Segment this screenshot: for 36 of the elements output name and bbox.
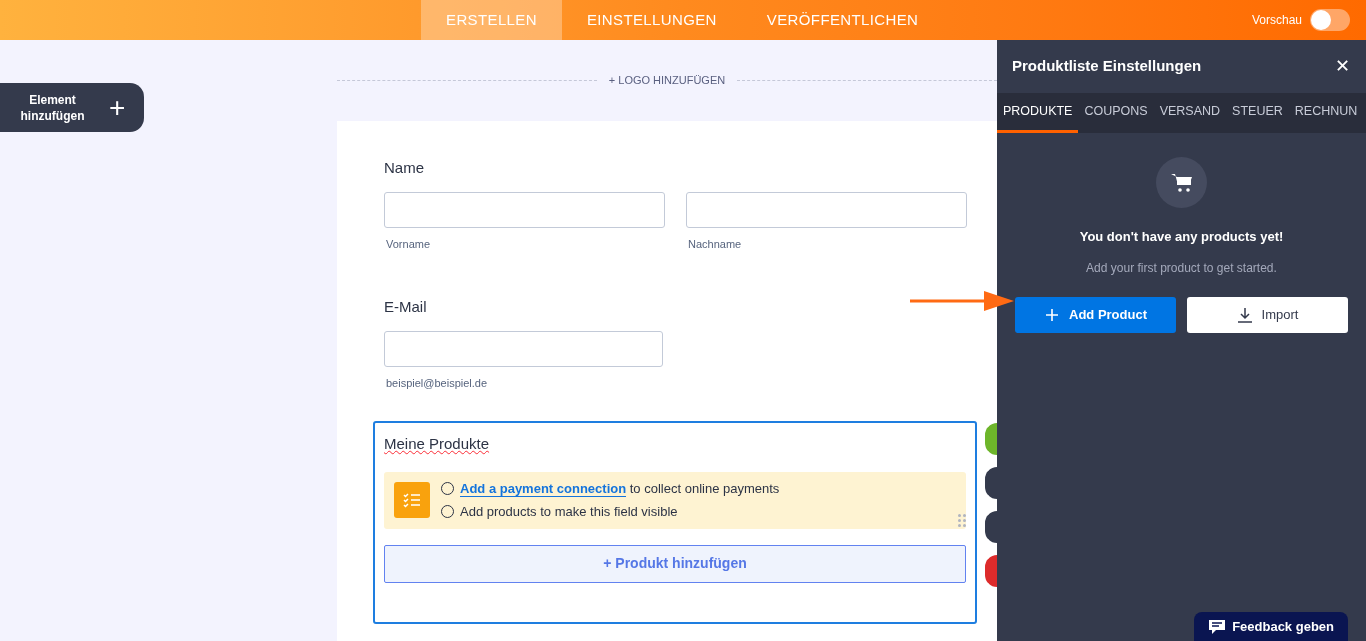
add-product-button[interactable]: Add Product <box>1015 296 1176 333</box>
checklist-text: Add products to make this field visible <box>460 503 678 521</box>
add-product-button[interactable]: + Produkt hinzufügen <box>384 544 966 583</box>
product-field-label: Meine Produkte <box>384 434 490 454</box>
field-label: Name <box>384 158 425 178</box>
panel-title: Produktliste Einstellungen <box>1012 56 1202 77</box>
download-icon <box>1236 306 1253 323</box>
panel-tab[interactable]: VERSAND <box>1153 93 1227 133</box>
payment-link[interactable]: Add a payment connection <box>460 480 627 497</box>
field-sublabel: beispiel@beispiel.de <box>386 375 489 391</box>
panel-tab[interactable]: STEUER <box>1226 93 1289 133</box>
field-sublabel: Vorname <box>386 236 432 252</box>
field-sublabel: Nachname <box>688 236 743 252</box>
preview-label: Vorschau <box>1251 12 1302 29</box>
feedback-icon <box>1208 618 1227 635</box>
input-field[interactable] <box>686 191 967 228</box>
panel-tab[interactable]: COUPONS <box>1078 93 1154 133</box>
preview-toggle[interactable] <box>1310 9 1350 31</box>
close-button[interactable]: ✕ <box>1335 53 1350 80</box>
drag-handle-icon[interactable] <box>958 513 966 527</box>
import-button[interactable]: Import <box>1187 296 1348 333</box>
feedback-button[interactable]: Feedback geben <box>1194 612 1348 641</box>
input-field[interactable] <box>384 191 665 228</box>
empty-title: You don't have any products yet! <box>1079 228 1284 246</box>
add-logo-link[interactable]: + LOGO HINZUFÜGEN <box>596 72 738 89</box>
cart-icon <box>1156 157 1207 208</box>
empty-text: Add your first product to get started. <box>1086 259 1277 277</box>
checklist-text: Add a payment connection to collect online payments <box>460 479 780 498</box>
product-field[interactable]: Meine Produkte Add a payment connection to collect online payments Add products to make this field visible + Produkt hinzufügen <box>373 421 977 624</box>
panel-tab[interactable]: RECHNUN <box>1288 93 1364 133</box>
input-field[interactable] <box>384 330 663 367</box>
checklist-icon <box>394 482 430 518</box>
field-label: E-Mail <box>384 297 428 317</box>
panel-tab[interactable]: PRODUKTE <box>997 93 1079 133</box>
add-element-button[interactable]: Element hinzufügen + <box>0 83 144 132</box>
plus-icon <box>1044 306 1060 323</box>
